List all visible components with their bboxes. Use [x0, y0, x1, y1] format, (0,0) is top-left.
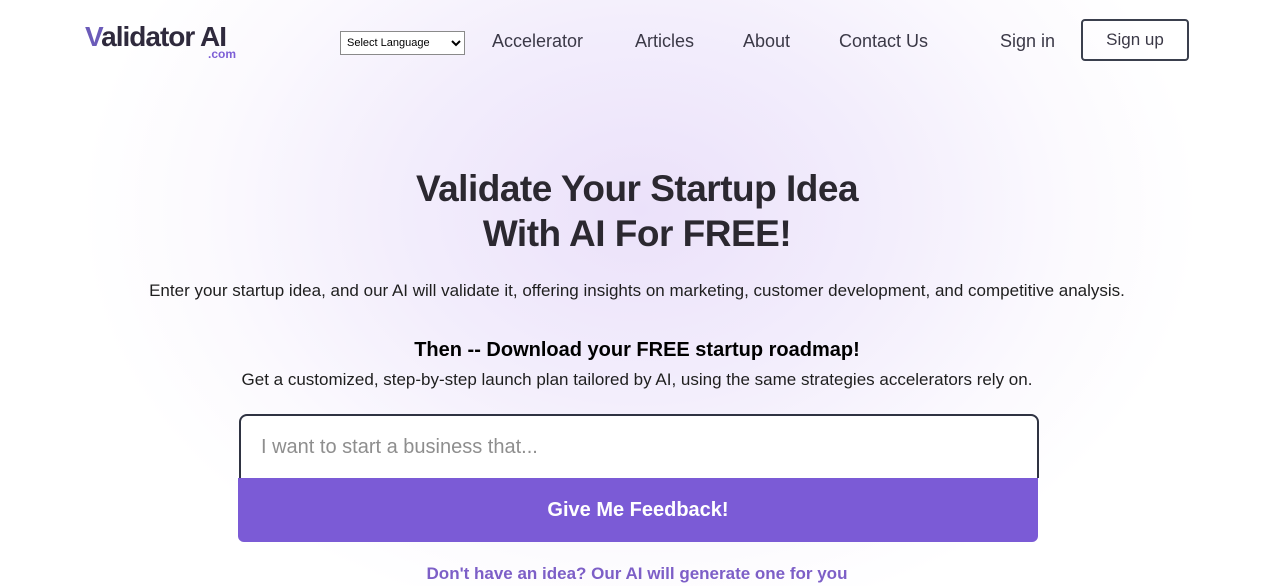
nav-link-articles[interactable]: Articles: [635, 29, 694, 53]
startup-idea-input[interactable]: [239, 414, 1039, 478]
hero-title: Validate Your Startup Idea With AI For F…: [0, 166, 1274, 256]
language-select[interactable]: Select Language: [340, 31, 465, 55]
nav-link-about[interactable]: About: [743, 29, 790, 53]
nav-link-accelerator[interactable]: Accelerator: [492, 29, 583, 53]
validator-ai-logo[interactable]: Validator AI .com: [85, 22, 237, 62]
logo-wordmark: Validator AI: [85, 21, 227, 52]
generate-idea-link[interactable]: Don't have an idea? Our AI will generate…: [0, 562, 1274, 586]
give-feedback-button[interactable]: Give Me Feedback!: [238, 478, 1038, 542]
hero-title-line-1: Validate Your Startup Idea: [415, 168, 859, 209]
sign-in-link[interactable]: Sign in: [1000, 29, 1055, 53]
hero-subtext: Get a customized, step-by-step launch pl…: [241, 370, 1033, 389]
logo-suffix: .com: [207, 47, 236, 61]
hero-description: Enter your startup idea, and our AI will…: [149, 281, 1125, 300]
nav-link-contact-us[interactable]: Contact Us: [839, 29, 928, 53]
hero-title-line-2: With AI For FREE!: [482, 213, 792, 254]
landing-page: Validator AI .com Select Language Accele…: [0, 0, 1274, 586]
hero-roadmap-callout: Then -- Download your FREE startup roadm…: [414, 339, 860, 361]
logo-letter-v: V: [85, 21, 102, 52]
sign-up-button[interactable]: Sign up: [1081, 19, 1189, 61]
